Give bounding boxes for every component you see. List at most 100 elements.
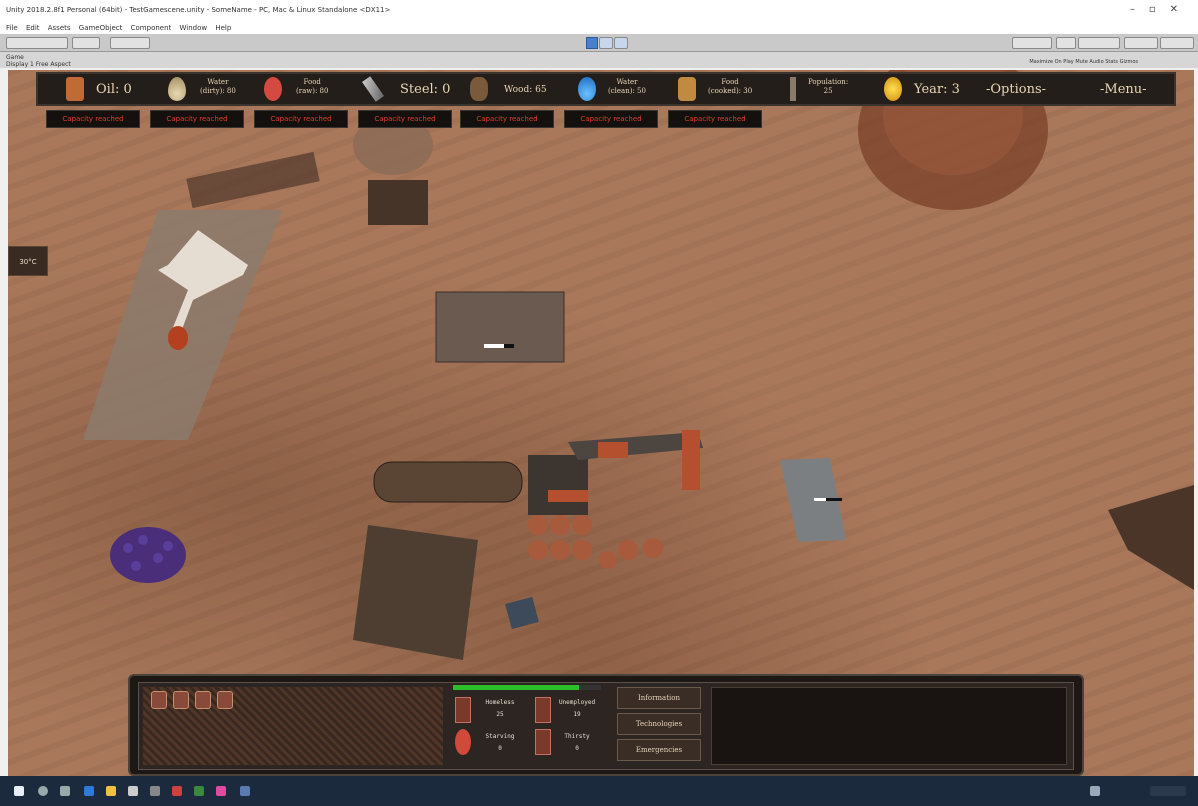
account-dropdown[interactable] <box>1078 37 1120 49</box>
pause-button[interactable] <box>599 37 613 49</box>
step-button[interactable] <box>614 37 628 49</box>
menu-edit[interactable]: Edit <box>26 24 40 32</box>
search-icon[interactable] <box>38 786 48 796</box>
windows-taskbar <box>0 776 1198 806</box>
citizen-icon[interactable] <box>151 691 167 709</box>
info-display-panel <box>711 687 1067 765</box>
capacity-warning: Capacity reached <box>46 110 140 128</box>
emergencies-button[interactable]: Emergencies <box>617 739 701 761</box>
water-clean-count: Water (clean): 50 <box>608 78 646 95</box>
raw-meat-icon <box>264 77 282 101</box>
editor-toolbar <box>0 34 1198 52</box>
oil-tank <box>373 461 523 503</box>
thirsty-value: 0 <box>575 745 579 752</box>
window-controls[interactable]: –▫✕ <box>1130 4 1192 15</box>
temperature-display: 30°C <box>8 246 48 276</box>
store-icon[interactable] <box>128 786 138 796</box>
thirsty-icon <box>535 729 551 755</box>
rock-formation <box>1108 485 1194 590</box>
scene-illustration <box>83 70 1194 660</box>
worker-figures <box>528 515 663 569</box>
food-raw-count: Food (raw): 80 <box>296 78 329 95</box>
folder-icon[interactable] <box>106 786 116 796</box>
tab-game[interactable]: Game <box>6 54 24 61</box>
play-button[interactable] <box>586 37 598 49</box>
person-icon <box>790 77 796 101</box>
window-titlebar: Unity 2018.2.8f1 Personal (64bit) - Test… <box>0 0 1198 22</box>
layout-dropdown[interactable] <box>1160 37 1194 49</box>
options-button[interactable]: -Options- <box>986 82 1046 97</box>
homeless-icon <box>455 697 471 723</box>
menu-help[interactable]: Help <box>215 24 231 32</box>
steel-bar-icon <box>362 76 384 102</box>
capacity-warning: Capacity reached <box>564 110 658 128</box>
starving-label: Starving <box>485 733 515 740</box>
menu-button[interactable]: -Menu- <box>1100 82 1147 97</box>
menu-gameobject[interactable]: GameObject <box>79 24 123 32</box>
display-selector[interactable]: Display 1 Free Aspect <box>6 61 71 68</box>
layers-dropdown[interactable] <box>1124 37 1158 49</box>
citizen-icon[interactable] <box>217 691 233 709</box>
unity-editor-window: Unity 2018.2.8f1 Personal (64bit) - Test… <box>0 0 1198 806</box>
clock <box>1150 786 1186 796</box>
collab-button[interactable] <box>1012 37 1052 49</box>
health-bar <box>453 685 601 690</box>
wood-logs-icon <box>470 77 488 101</box>
app-icon[interactable] <box>216 786 226 796</box>
water-dirty-count: Water (dirty): 80 <box>200 78 236 95</box>
start-icon[interactable] <box>14 786 24 796</box>
citizen-icon[interactable] <box>195 691 211 709</box>
sun-icon <box>884 77 902 101</box>
population-count: Population: 25 <box>808 78 849 95</box>
citizen-icon[interactable] <box>173 691 189 709</box>
unemployed-value: 19 <box>573 711 581 718</box>
capacity-warning: Capacity reached <box>254 110 348 128</box>
resource-bar: Oil: 0 Water (dirty): 80 Food (raw): 80 St… <box>36 72 1176 106</box>
homeless-label: Homeless <box>485 699 515 706</box>
cloud-button[interactable] <box>1056 37 1076 49</box>
app-icon[interactable] <box>172 786 182 796</box>
capacity-warning: Capacity reached <box>150 110 244 128</box>
homeless-value: 25 <box>496 711 504 718</box>
starving-icon <box>455 729 471 755</box>
capacity-warning: Capacity reached <box>668 110 762 128</box>
generator-structure <box>368 180 428 225</box>
pivot-toggle[interactable] <box>72 37 100 49</box>
health-bar-fill <box>453 685 579 690</box>
panel-inner: Homeless 25 Unemployed 19 Starving 0 Thi… <box>138 682 1074 770</box>
window-title: Unity 2018.2.8f1 Personal (64bit) - Test… <box>6 6 391 14</box>
transform-tools[interactable] <box>6 37 68 49</box>
menu-file[interactable]: File <box>6 24 18 32</box>
game-viewport[interactable]: Oil: 0 Water (dirty): 80 Food (raw): 80 St… <box>8 70 1194 776</box>
information-button[interactable]: Information <box>617 687 701 709</box>
task-view-icon[interactable] <box>60 786 70 796</box>
bottom-control-panel: Homeless 25 Unemployed 19 Starving 0 Thi… <box>128 674 1084 776</box>
edge-icon[interactable] <box>84 786 94 796</box>
game-view-options[interactable]: Maximize On Play Mute Audio Stats Gizmos <box>1029 59 1138 65</box>
unemployed-icon <box>535 697 551 723</box>
dirty-water-drop-icon <box>168 77 186 101</box>
cooked-food-icon <box>678 77 696 101</box>
year-counter: Year: 3 <box>914 82 960 97</box>
menu-assets[interactable]: Assets <box>48 24 71 32</box>
rubble-pile <box>186 151 320 209</box>
menu-window[interactable]: Window <box>180 24 208 32</box>
oil-count: Oil: 0 <box>96 82 132 97</box>
clean-water-drop-icon <box>578 77 596 101</box>
technologies-button[interactable]: Technologies <box>617 713 701 735</box>
global-toggle[interactable] <box>110 37 150 49</box>
thirsty-label: Thirsty <box>564 733 590 740</box>
tray-icons[interactable] <box>1090 786 1100 796</box>
starving-value: 0 <box>498 745 502 752</box>
unemployed-label: Unemployed <box>558 699 596 706</box>
app-icon[interactable] <box>194 786 204 796</box>
unity-icon[interactable] <box>150 786 160 796</box>
game-view-tabbar: Game Display 1 Free Aspect Maximize On P… <box>0 52 1198 68</box>
oil-pump-base <box>528 455 588 515</box>
crate-box <box>505 596 539 630</box>
menu-component[interactable]: Component <box>131 24 172 32</box>
food-cooked-count: Food (cooked): 30 <box>708 78 753 95</box>
oil-barrel-icon <box>66 77 84 101</box>
app-icon[interactable] <box>240 786 250 796</box>
tent-structure <box>353 525 478 660</box>
